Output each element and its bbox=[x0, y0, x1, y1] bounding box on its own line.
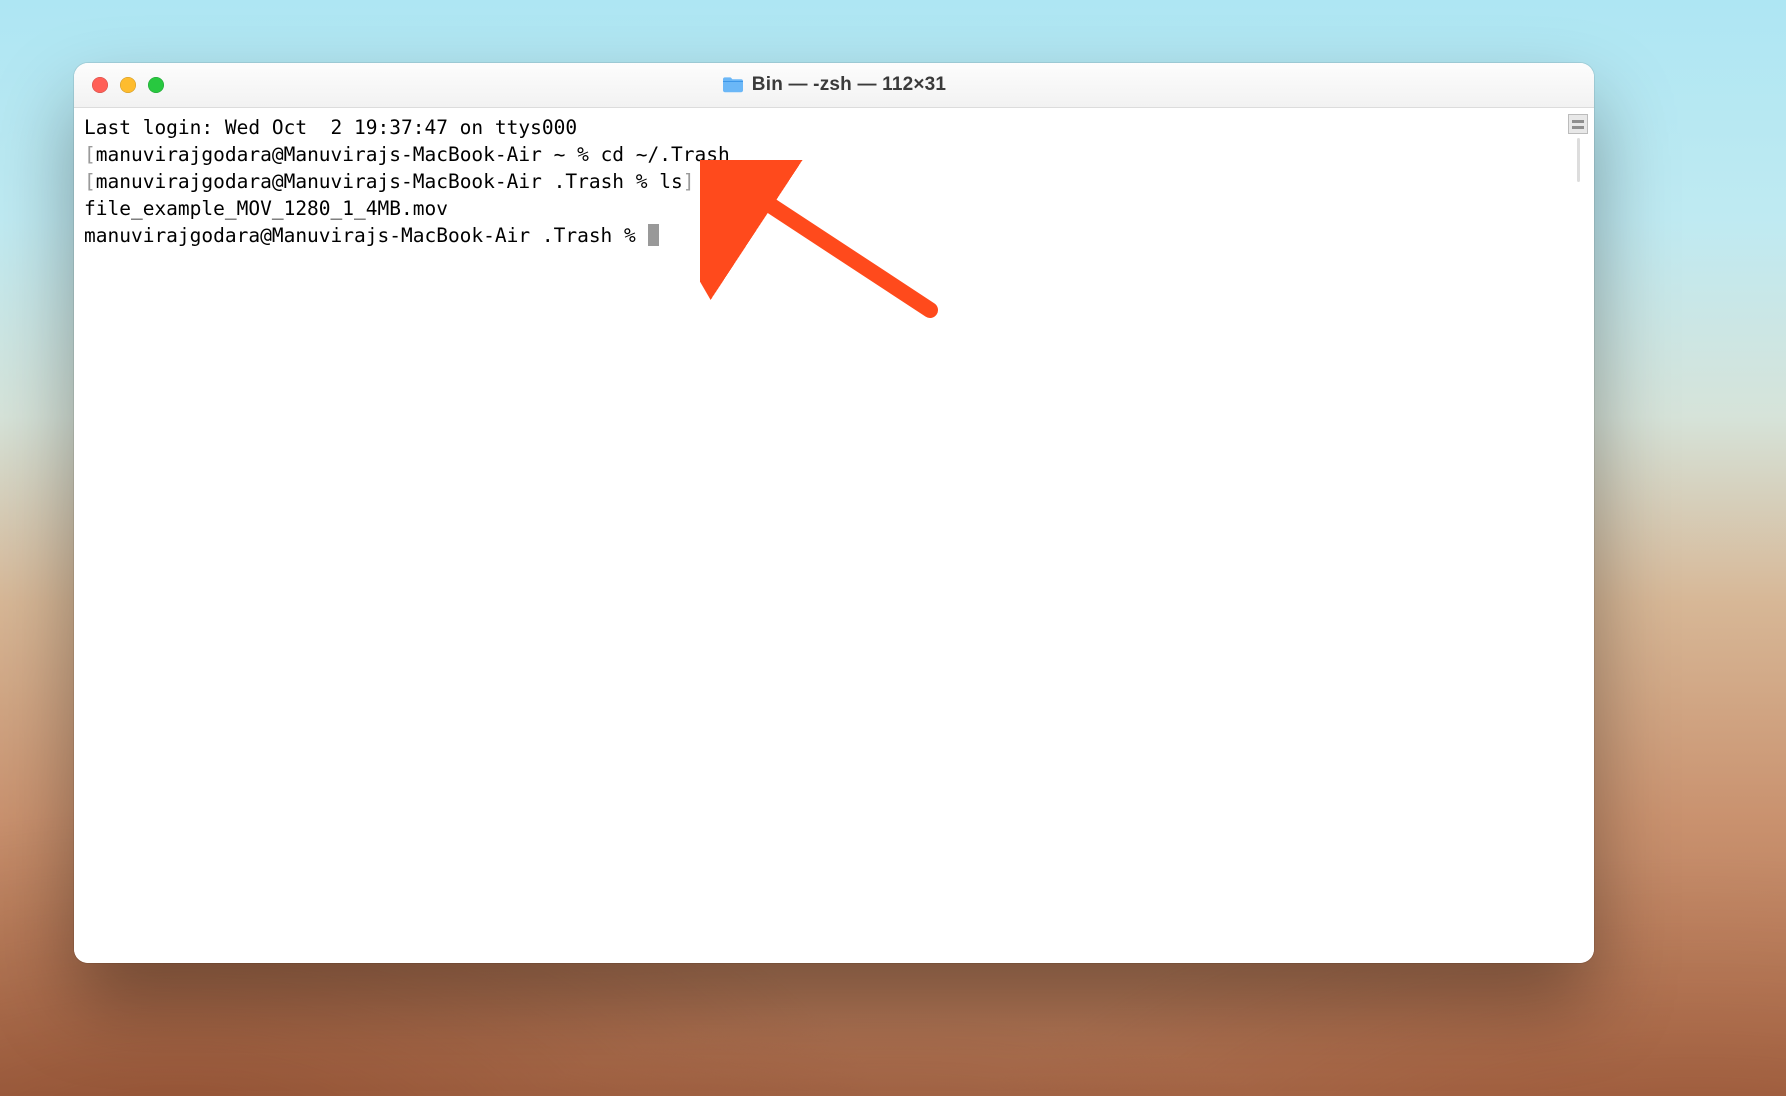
window-title-group: Bin — -zsh — 112×31 bbox=[74, 74, 1594, 96]
terminal-window: Bin — -zsh — 112×31 Last login: Wed Oct … bbox=[74, 63, 1594, 963]
prompt-bracket-end: ] bbox=[683, 170, 695, 193]
minimize-button[interactable] bbox=[120, 77, 136, 93]
window-titlebar[interactable]: Bin — -zsh — 112×31 bbox=[74, 63, 1594, 108]
window-title: Bin — -zsh — 112×31 bbox=[752, 74, 946, 96]
terminal-line: file_example_MOV_1280_1_4MB.mov bbox=[84, 197, 448, 220]
terminal-output[interactable]: Last login: Wed Oct 2 19:37:47 on ttys00… bbox=[84, 114, 1584, 249]
zoom-button[interactable] bbox=[148, 77, 164, 93]
terminal-line: manuvirajgodara@Manuvirajs-MacBook-Air ~… bbox=[96, 143, 730, 166]
prompt-bracket: [ bbox=[84, 143, 96, 166]
scroll-indicator-icon[interactable] bbox=[1568, 114, 1588, 134]
terminal-line: manuvirajgodara@Manuvirajs-MacBook-Air .… bbox=[96, 170, 683, 193]
traffic-lights bbox=[74, 77, 164, 93]
terminal-line: manuvirajgodara@Manuvirajs-MacBook-Air .… bbox=[84, 224, 648, 247]
terminal-cursor bbox=[648, 224, 659, 246]
close-button[interactable] bbox=[92, 77, 108, 93]
scrollbar-track[interactable] bbox=[1577, 138, 1580, 182]
prompt-bracket: [ bbox=[84, 170, 96, 193]
desktop-background: Bin — -zsh — 112×31 Last login: Wed Oct … bbox=[0, 0, 1786, 1096]
terminal-line: Last login: Wed Oct 2 19:37:47 on ttys00… bbox=[84, 116, 577, 139]
terminal-body[interactable]: Last login: Wed Oct 2 19:37:47 on ttys00… bbox=[74, 108, 1594, 963]
folder-icon bbox=[722, 76, 744, 94]
